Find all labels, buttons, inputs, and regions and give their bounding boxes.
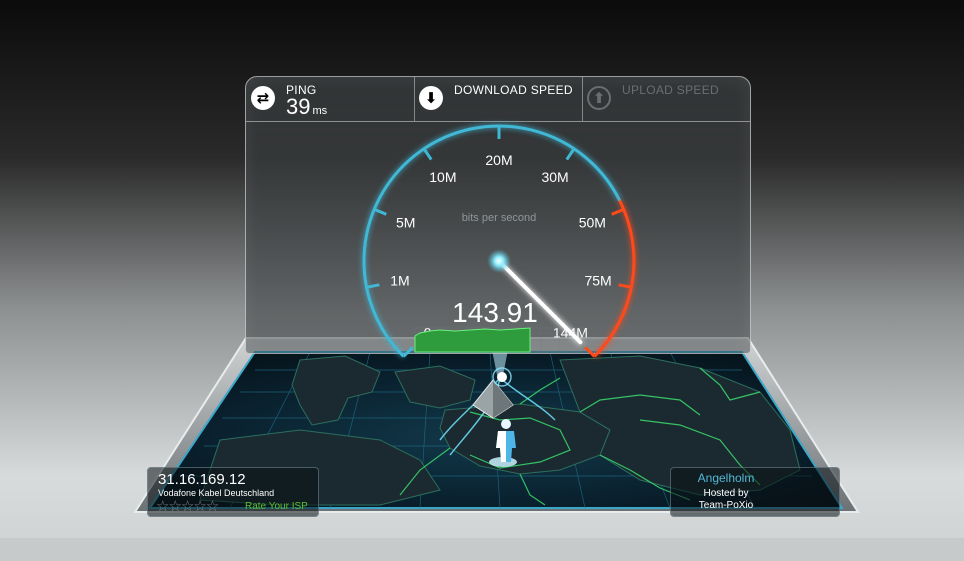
gauge-caption: bits per second: [462, 212, 537, 224]
gauge-tick: [584, 346, 596, 358]
client-info: 31.16.169.12 Vodafone Kabel Deutschland …: [147, 467, 319, 517]
rate-isp-link[interactable]: Rate Your ISP: [245, 501, 308, 512]
gauge-tick-label: 5M: [396, 214, 415, 230]
gauge-tick: [611, 207, 625, 216]
gauge-tick-label: 1M: [390, 273, 409, 289]
gauge-tick-label: 75M: [584, 273, 611, 289]
gauge-tick: [565, 147, 576, 161]
gauge-tick: [402, 346, 414, 358]
server-info[interactable]: Angelholm Hosted by Team-PoXio: [670, 467, 840, 517]
gauge-tick-label: 20M: [485, 152, 512, 168]
gauge-tick: [373, 207, 387, 216]
gauge-hub: [487, 249, 511, 273]
client-ip: 31.16.169.12: [158, 471, 246, 488]
server-host: Team-PoXio: [698, 500, 754, 511]
gauge-tick-label: 30M: [541, 169, 568, 185]
gauge-tick-label: 50M: [579, 214, 606, 230]
gauge-tick: [422, 147, 433, 161]
server-city: Angelholm: [697, 471, 755, 485]
current-speed: 143.91: [452, 297, 538, 328]
rating-stars[interactable]: ☆☆☆☆☆: [156, 497, 219, 515]
hosted-by-label: Hosted by: [703, 488, 749, 499]
gauge-tick: [618, 283, 632, 289]
gauge-tick: [366, 283, 380, 289]
gauge-tick-label: 10M: [429, 169, 456, 185]
